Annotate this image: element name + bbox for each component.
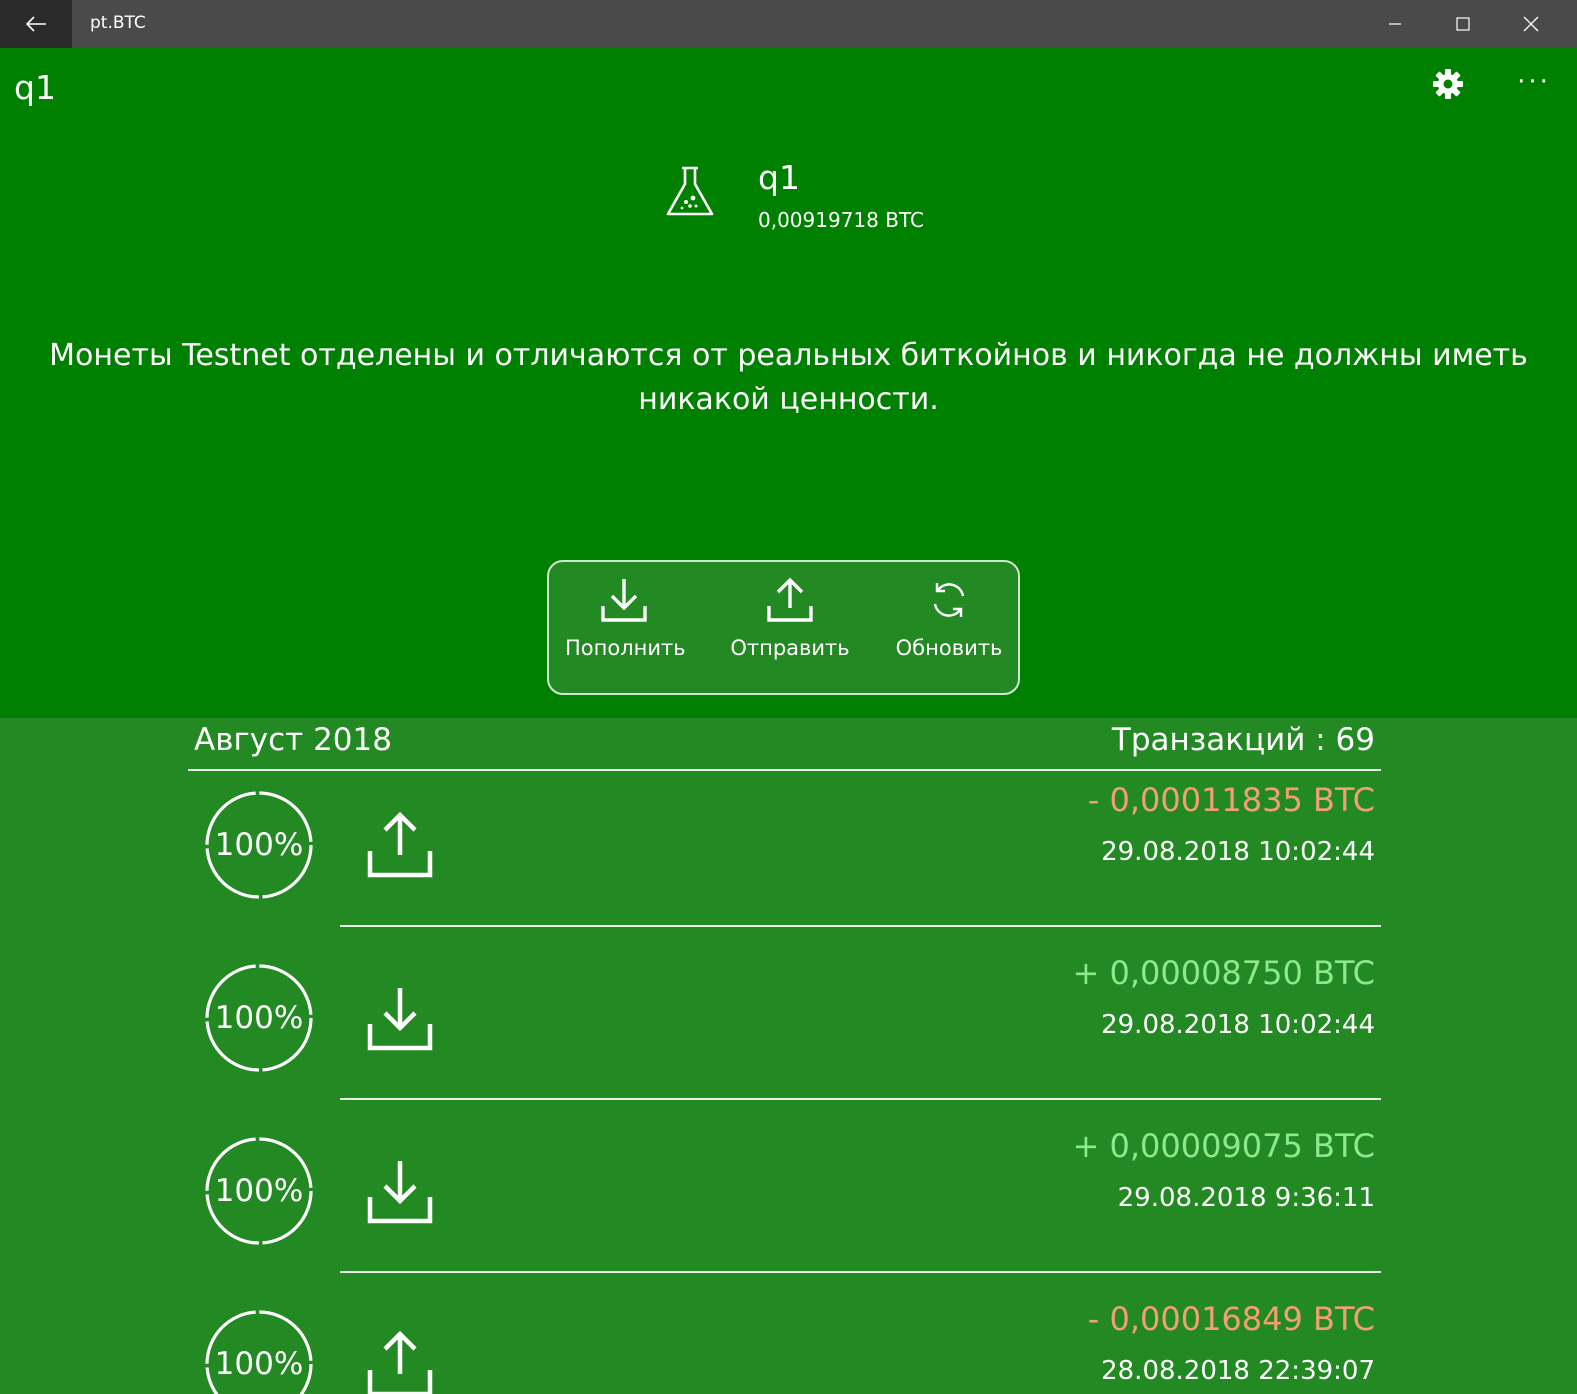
transaction-row[interactable]: 100% + 0,00008750 BTC 29.08.2018 10:02:4… <box>188 946 1381 1119</box>
send-direction-icon <box>366 1330 434 1394</box>
confirmation-progress: 100% <box>204 1136 314 1246</box>
progress-value: 100% <box>214 827 304 863</box>
more-options-button[interactable]: ··· <box>1510 60 1558 104</box>
close-button[interactable] <box>1497 0 1565 48</box>
gear-icon <box>1433 69 1463 99</box>
send-label: Отправить <box>730 636 850 660</box>
wallet-name: q1 <box>758 158 800 197</box>
wallet-balance: 0,00919718 BTC <box>758 208 924 232</box>
upload-icon <box>767 577 813 622</box>
transaction-row[interactable]: 100% - 0,00011835 BTC 29.08.2018 10:02:4… <box>188 773 1381 946</box>
transaction-amount: - 0,00016849 BTC <box>1087 1300 1375 1338</box>
send-button[interactable]: Отправить <box>729 576 851 660</box>
page-title: q1 <box>14 68 56 107</box>
receive-direction-icon <box>366 984 434 1052</box>
receive-direction-icon <box>366 1157 434 1225</box>
minimize-icon <box>1389 23 1401 25</box>
confirmation-progress: 100% <box>204 790 314 900</box>
transaction-date: 29.08.2018 9:36:11 <box>1117 1183 1375 1213</box>
send-direction-icon <box>366 811 434 879</box>
transaction-amount: + 0,00009075 BTC <box>1072 1127 1375 1165</box>
transaction-amount: + 0,00008750 BTC <box>1072 954 1375 992</box>
row-divider <box>340 925 1381 927</box>
maximize-button[interactable] <box>1429 0 1497 48</box>
transaction-row[interactable]: 100% + 0,00009075 BTC 29.08.2018 9:36:11 <box>188 1119 1381 1292</box>
deposit-button[interactable]: Пополнить <box>565 576 686 660</box>
refresh-icon <box>933 583 965 617</box>
wallet-actions: Пополнить Отправить Обновить <box>547 560 1020 695</box>
transaction-date: 29.08.2018 10:02:44 <box>1101 837 1375 867</box>
refresh-button[interactable]: Обновить <box>893 576 1005 660</box>
confirmation-progress: 100% <box>204 1309 314 1394</box>
progress-value: 100% <box>214 1173 304 1209</box>
progress-value: 100% <box>214 1346 304 1382</box>
refresh-label: Обновить <box>895 636 1003 660</box>
transaction-date: 28.08.2018 22:39:07 <box>1101 1356 1375 1386</box>
row-divider <box>340 1271 1381 1273</box>
transactions-header: Август 2018 Транзакций : 69 <box>188 718 1381 771</box>
transaction-date: 29.08.2018 10:02:44 <box>1101 1010 1375 1040</box>
flask-icon <box>664 164 716 220</box>
deposit-label: Пополнить <box>565 636 686 660</box>
settings-button[interactable] <box>1430 66 1466 102</box>
row-divider <box>340 1098 1381 1100</box>
transaction-amount: - 0,00011835 BTC <box>1087 781 1375 819</box>
progress-value: 100% <box>214 1000 304 1036</box>
transactions-count: Транзакций : 69 <box>1111 722 1375 758</box>
minimize-button[interactable] <box>1361 0 1429 48</box>
transactions-month: Август 2018 <box>194 722 392 758</box>
arrow-left-icon <box>25 16 46 32</box>
transaction-row[interactable]: 100% - 0,00016849 BTC 28.08.2018 22:39:0… <box>188 1292 1381 1394</box>
close-icon <box>1523 16 1539 32</box>
wallet-header: q1 ··· q1 0,00919718 BTC Монеты Testnet … <box>0 48 1577 718</box>
confirmation-progress: 100% <box>204 963 314 1073</box>
download-icon <box>601 579 647 622</box>
window-title: pt.BTC <box>90 13 146 33</box>
window-titlebar: pt.BTC <box>0 0 1577 48</box>
testnet-notice: Монеты Testnet отделены и отличаются от … <box>49 338 1528 417</box>
maximize-icon <box>1456 17 1470 31</box>
back-button[interactable] <box>0 0 72 48</box>
